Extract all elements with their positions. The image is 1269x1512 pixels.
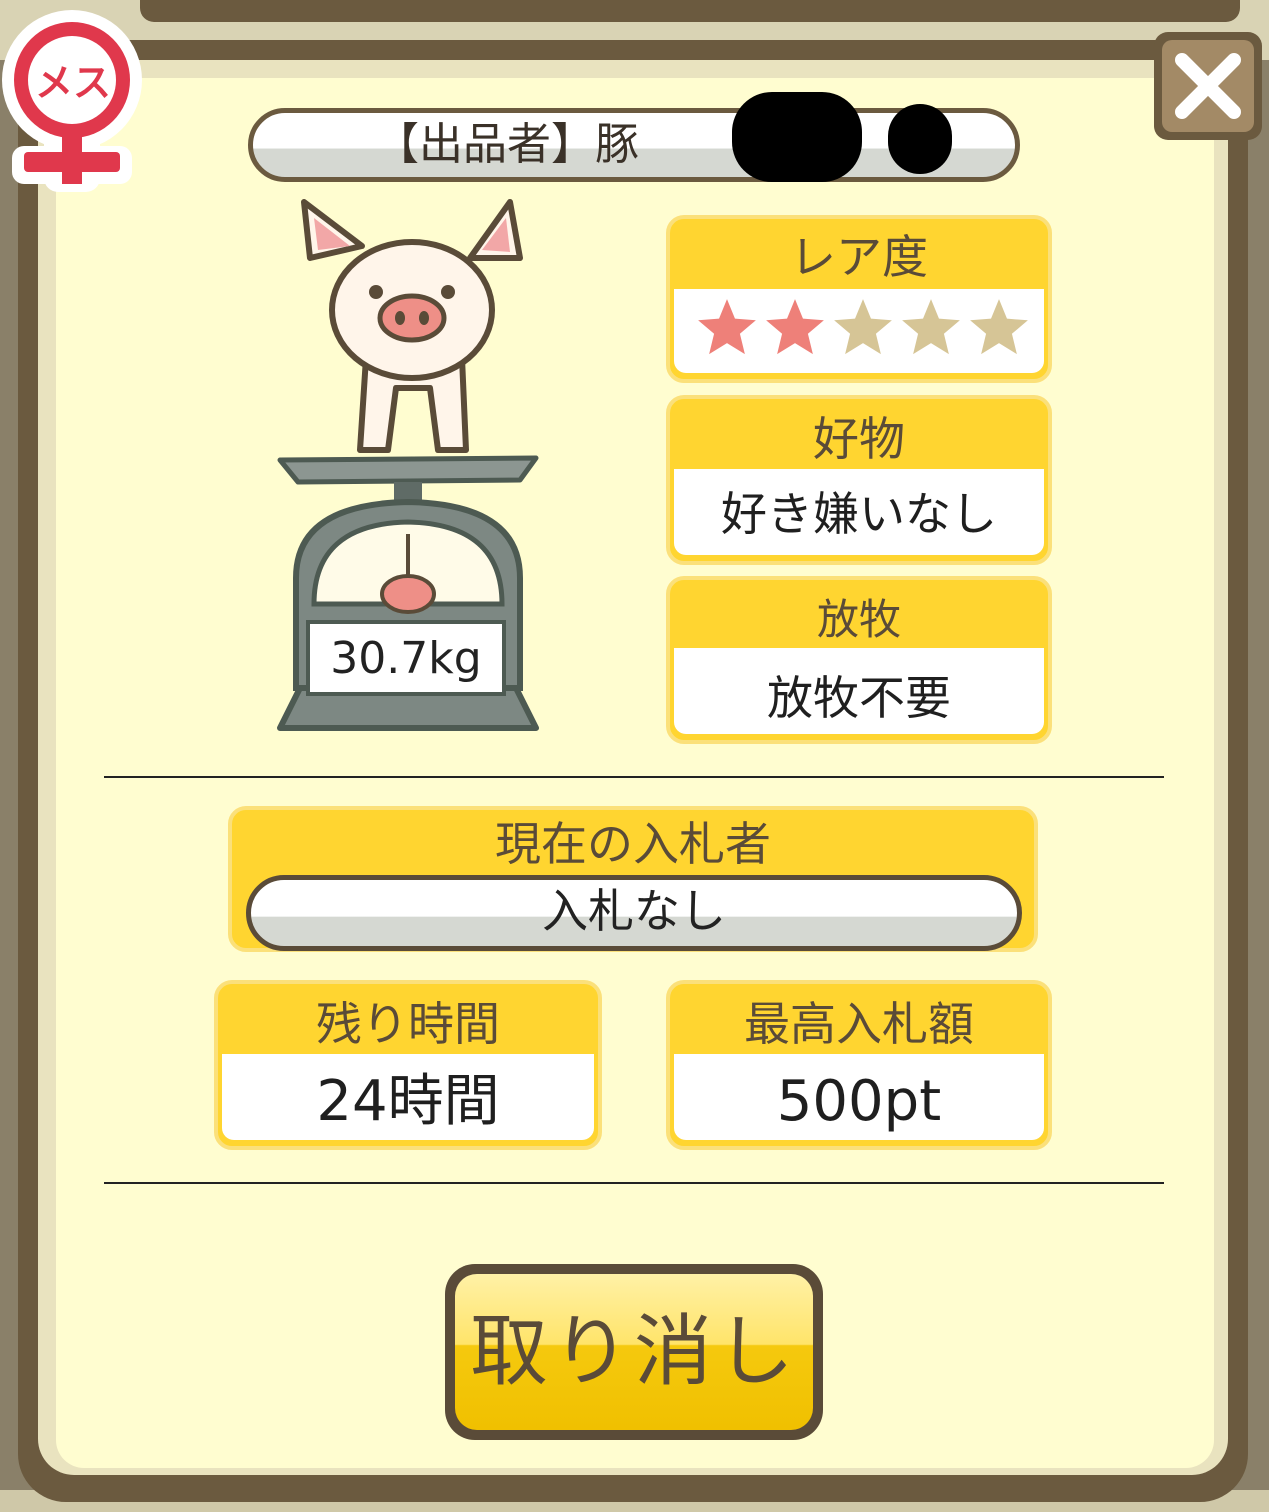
remaining-time-box: 残り時間 24時間 xyxy=(214,980,602,1150)
weight-display: 30.7kg xyxy=(306,620,506,696)
star-filled-icon xyxy=(766,299,824,355)
redaction-mark xyxy=(732,92,862,182)
favorite-food-value: 好き嫌いなし xyxy=(674,469,1044,555)
divider xyxy=(104,1182,1164,1184)
grazing-box: 放牧 放牧不要 xyxy=(666,576,1052,744)
grazing-title: 放牧 xyxy=(816,595,901,644)
max-bid-box: 最高入札額 500pt xyxy=(666,980,1052,1150)
favorite-food-box: 好物 好き嫌いなし xyxy=(666,395,1052,565)
current-bidder-title: 現在の入札者 xyxy=(495,817,771,871)
background-frame-edge xyxy=(140,0,1240,22)
max-bid-title: 最高入札額 xyxy=(744,997,974,1051)
female-gender-badge: メス xyxy=(0,8,145,193)
rarity-stars xyxy=(694,295,1034,365)
cancel-button-label: 取り消し xyxy=(455,1274,813,1430)
star-empty-icon xyxy=(902,299,960,355)
star-empty-icon xyxy=(970,299,1028,355)
gender-label: メス xyxy=(34,61,111,105)
current-bidder-value: 入札なし xyxy=(246,875,1022,951)
seller-label: 【出品者】豚 xyxy=(375,119,639,170)
grazing-value: 放牧不要 xyxy=(674,648,1044,734)
rarity-title: レア度 xyxy=(790,230,928,284)
rarity-stars-area xyxy=(674,289,1044,373)
rarity-box: レア度 xyxy=(666,215,1052,383)
favorite-food-title: 好物 xyxy=(813,412,905,466)
star-empty-icon xyxy=(834,299,892,355)
cancel-button[interactable]: 取り消し xyxy=(445,1264,823,1440)
close-button[interactable] xyxy=(1154,32,1262,140)
close-icon xyxy=(1175,53,1241,119)
redaction-mark xyxy=(888,104,952,174)
divider xyxy=(104,776,1164,778)
remaining-time-title: 残り時間 xyxy=(316,997,500,1051)
max-bid-value: 500pt xyxy=(674,1054,1044,1140)
remaining-time-value: 24時間 xyxy=(222,1054,594,1140)
star-filled-icon xyxy=(698,299,756,355)
